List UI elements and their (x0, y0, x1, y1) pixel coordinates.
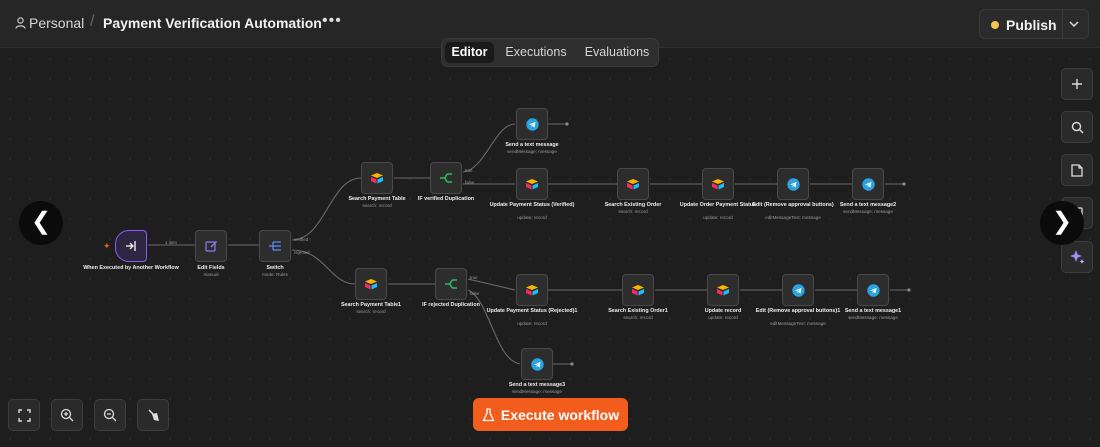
node-update-record[interactable] (707, 274, 739, 306)
edge-label: verified (294, 237, 309, 242)
add-node-button[interactable] (1061, 68, 1093, 100)
telegram-icon (530, 357, 544, 371)
edge-label: rejected (294, 250, 310, 255)
switch-icon (269, 241, 281, 251)
trigger-bolt-icon: ✦ (103, 241, 111, 251)
node-label: Update Payment Status (Verified) (489, 202, 575, 208)
zoom-in-button[interactable] (51, 399, 83, 431)
node-search-existing-order1[interactable] (622, 274, 654, 306)
sticky-note-button[interactable] (1061, 154, 1093, 186)
tidy-up-icon (147, 408, 159, 421)
telegram-icon (866, 283, 880, 297)
node-send-text-message1[interactable] (857, 274, 889, 306)
node-edit-remove-buttons1[interactable] (782, 274, 814, 306)
node-sublabel: sendMessage: message (507, 149, 557, 154)
ai-assistant-button[interactable] (1061, 241, 1093, 273)
flask-icon (482, 407, 495, 421)
add-node-icon (1072, 79, 1082, 89)
airtable-icon (712, 179, 724, 190)
airtable-icon (526, 285, 538, 296)
airtable-icon (365, 279, 377, 290)
view-tabs: Editor Executions Evaluations (441, 38, 659, 67)
node-label: Update Payment Status (Rejected)1 (486, 308, 578, 314)
node-sublabel: sendMessage: message (848, 315, 898, 320)
fit-view-icon (17, 408, 31, 422)
node-sublabel: search: record (362, 203, 392, 208)
airtable-icon (371, 173, 383, 184)
airtable-icon (526, 179, 538, 190)
zoom-out-icon (103, 408, 117, 422)
node-search-payment-table1[interactable] (355, 268, 387, 300)
search-icon (1071, 121, 1083, 133)
node-sublabel: update: record (517, 321, 547, 326)
sticky-note-icon (1071, 163, 1083, 177)
connections-layer (148, 122, 911, 366)
node-update-verified[interactable] (516, 168, 548, 200)
node-sublabel: search: record (356, 309, 386, 314)
telegram-icon (786, 177, 800, 191)
node-edit-fields[interactable] (195, 230, 227, 262)
tidy-up-button[interactable] (137, 399, 169, 431)
airtable-icon (717, 285, 729, 296)
airtable-icon (632, 285, 644, 296)
telegram-icon (525, 117, 539, 131)
tab-executions[interactable]: Executions (500, 42, 572, 63)
ai-sparkle-icon (1070, 250, 1085, 264)
telegram-icon (861, 177, 875, 191)
node-sublabel: editMessageText: message (765, 215, 821, 220)
fit-view-button[interactable] (8, 399, 40, 431)
node-if-rejected[interactable] (435, 268, 467, 300)
edge-label: 1 item (165, 240, 177, 245)
node-edit-remove-buttons[interactable] (777, 168, 809, 200)
execute-workflow-button[interactable]: Execute workflow (473, 398, 628, 431)
if-icon (445, 279, 457, 289)
node-label: Switch (266, 265, 284, 271)
node-update-order-status[interactable] (702, 168, 734, 200)
node-send-text-message2[interactable] (852, 168, 884, 200)
edge-label: false (465, 180, 475, 185)
node-label: Send a text message2 (839, 202, 897, 208)
zoom-out-button[interactable] (94, 399, 126, 431)
execute-label: Execute workflow (500, 406, 620, 423)
node-sublabel: sendMessage: message (843, 209, 893, 214)
enter-icon (126, 241, 136, 251)
edge-label: false (470, 291, 480, 296)
node-sublabel: editMessageText: message (770, 321, 826, 326)
node-label: Send a text message (505, 142, 559, 148)
node-sublabel: mode: Rules (262, 272, 288, 277)
node-sublabel: sendMessage: message (512, 389, 562, 394)
search-button[interactable] (1061, 111, 1093, 143)
edge-label: true (470, 275, 478, 280)
node-switch[interactable] (259, 230, 291, 262)
tab-editor[interactable]: Editor (445, 42, 494, 63)
node-label: Send a text message1 (844, 308, 902, 314)
if-icon (440, 173, 452, 183)
node-trigger[interactable] (115, 230, 147, 262)
node-update-rejected[interactable] (516, 274, 548, 306)
node-search-payment-table[interactable] (361, 162, 393, 194)
zoom-in-icon (60, 408, 74, 422)
node-send-text-message3[interactable] (521, 348, 553, 380)
prev-arrow-button[interactable]: ❮ (19, 201, 63, 245)
pencil-icon (204, 240, 217, 252)
node-label: Send a text message3 (508, 382, 566, 388)
node-if-verified[interactable] (430, 162, 462, 194)
node-sublabel: update: record (517, 215, 547, 220)
node-label: IF verified Duplication (417, 196, 475, 202)
next-arrow-button[interactable]: ❯ (1040, 201, 1084, 245)
node-send-text-message[interactable] (516, 108, 548, 140)
tab-evaluations[interactable]: Evaluations (579, 42, 655, 63)
edge-label: true (465, 168, 473, 173)
telegram-icon (791, 283, 805, 297)
node-search-existing-order[interactable] (617, 168, 649, 200)
airtable-icon (627, 179, 639, 190)
